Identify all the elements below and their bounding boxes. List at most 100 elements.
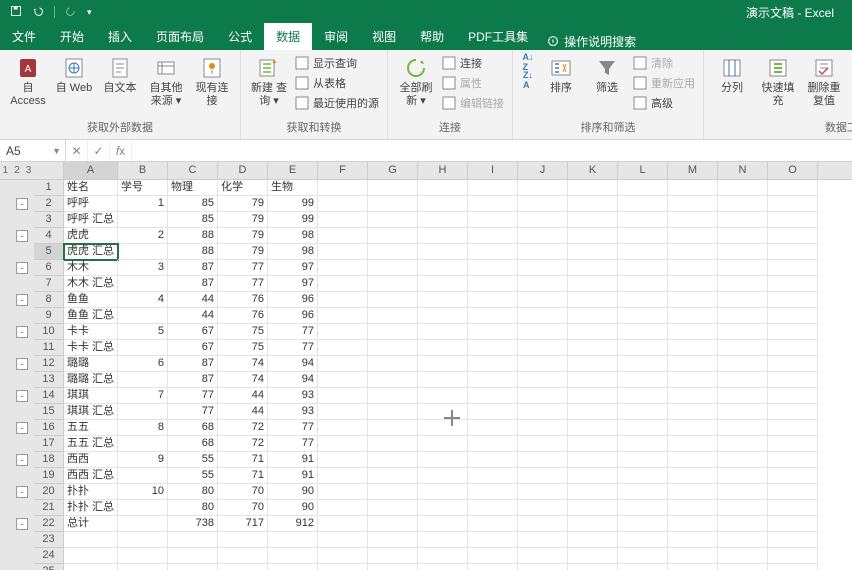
cell[interactable]: 68 [168,436,218,452]
cell[interactable]: 呼呼 汇总 [64,212,118,228]
gt-1[interactable]: 从表格 [295,74,379,92]
cell[interactable] [718,244,768,260]
tab-开始[interactable]: 开始 [48,23,96,50]
cell[interactable] [718,212,768,228]
cell[interactable]: 80 [168,484,218,500]
cell[interactable]: 55 [168,452,218,468]
cell[interactable] [218,548,268,564]
tab-视图[interactable]: 视图 [360,23,408,50]
cell[interactable]: 99 [268,196,318,212]
cell[interactable] [668,244,718,260]
sort-button[interactable]: 排序 [541,54,581,95]
cell[interactable] [668,404,718,420]
cell[interactable]: 91 [268,468,318,484]
cell[interactable] [668,340,718,356]
row-header[interactable]: 12 [34,356,64,372]
dt-0[interactable]: 分列 [712,54,752,95]
cell[interactable] [418,244,468,260]
cell[interactable] [418,452,468,468]
cell[interactable]: 呼呼 [64,196,118,212]
cell[interactable] [568,436,618,452]
cell[interactable] [568,292,618,308]
cell[interactable] [318,484,368,500]
cell[interactable]: 91 [268,452,318,468]
cell[interactable] [668,212,718,228]
col-header-L[interactable]: L [618,162,668,179]
cell[interactable] [64,548,118,564]
cell[interactable]: 70 [218,484,268,500]
outline-collapse-button[interactable]: - [16,454,28,466]
row-header[interactable]: 25 [34,564,64,570]
cell[interactable] [118,340,168,356]
cell[interactable] [718,260,768,276]
cell[interactable] [568,468,618,484]
row-header[interactable]: 16 [34,420,64,436]
cell[interactable] [718,420,768,436]
cell[interactable] [568,516,618,532]
cell[interactable] [668,324,718,340]
cell[interactable] [418,292,468,308]
cell[interactable]: 96 [268,308,318,324]
cell[interactable] [118,212,168,228]
cell[interactable]: 鱼鱼 汇总 [64,308,118,324]
cell[interactable] [668,180,718,196]
row-header[interactable]: 11 [34,340,64,356]
cell[interactable] [768,468,818,484]
cell[interactable] [668,260,718,276]
cell[interactable] [318,500,368,516]
cell[interactable]: 44 [168,308,218,324]
cell[interactable] [618,532,668,548]
cell[interactable]: 77 [218,260,268,276]
cell[interactable] [468,356,518,372]
cell[interactable]: 44 [168,292,218,308]
cell[interactable] [718,228,768,244]
cell[interactable] [118,276,168,292]
cell[interactable] [768,244,818,260]
cell[interactable] [468,260,518,276]
cell[interactable]: 74 [218,356,268,372]
cell[interactable]: 西西 [64,452,118,468]
cell[interactable]: 5 [118,324,168,340]
cell[interactable]: 75 [218,324,268,340]
cell[interactable] [668,484,718,500]
cell[interactable] [318,196,368,212]
col-header-K[interactable]: K [568,162,618,179]
cell[interactable] [568,324,618,340]
cell[interactable] [768,340,818,356]
cell[interactable] [368,244,418,260]
cell[interactable] [368,228,418,244]
cell[interactable]: 西西 汇总 [64,468,118,484]
cell[interactable] [568,196,618,212]
cell[interactable] [518,308,568,324]
cell[interactable]: 98 [268,228,318,244]
cell[interactable] [368,420,418,436]
cell[interactable] [568,276,618,292]
cell[interactable] [668,420,718,436]
ext-3[interactable]: 自其他来源 ▾ [146,54,186,108]
cell[interactable] [518,436,568,452]
cell[interactable] [768,484,818,500]
cell[interactable]: 87 [168,260,218,276]
cell[interactable]: 76 [218,308,268,324]
cell[interactable]: 98 [268,244,318,260]
cell[interactable] [618,468,668,484]
outline-collapse-button[interactable]: - [16,294,28,306]
cell[interactable] [518,484,568,500]
cell[interactable] [468,180,518,196]
cell[interactable] [768,548,818,564]
cell[interactable]: 912 [268,516,318,532]
outline-collapse-button[interactable]: - [16,230,28,242]
cell[interactable] [468,308,518,324]
cell[interactable] [568,500,618,516]
cell[interactable] [318,420,368,436]
col-header-M[interactable]: M [668,162,718,179]
cell[interactable]: 97 [268,276,318,292]
cell[interactable] [518,180,568,196]
sort-az-button[interactable]: A↓Z [521,54,535,70]
cell[interactable] [118,548,168,564]
cell[interactable] [318,340,368,356]
cell[interactable] [118,244,168,260]
chevron-down-icon[interactable]: ▼ [48,146,65,156]
col-header-E[interactable]: E [268,162,318,179]
cell[interactable] [568,532,618,548]
